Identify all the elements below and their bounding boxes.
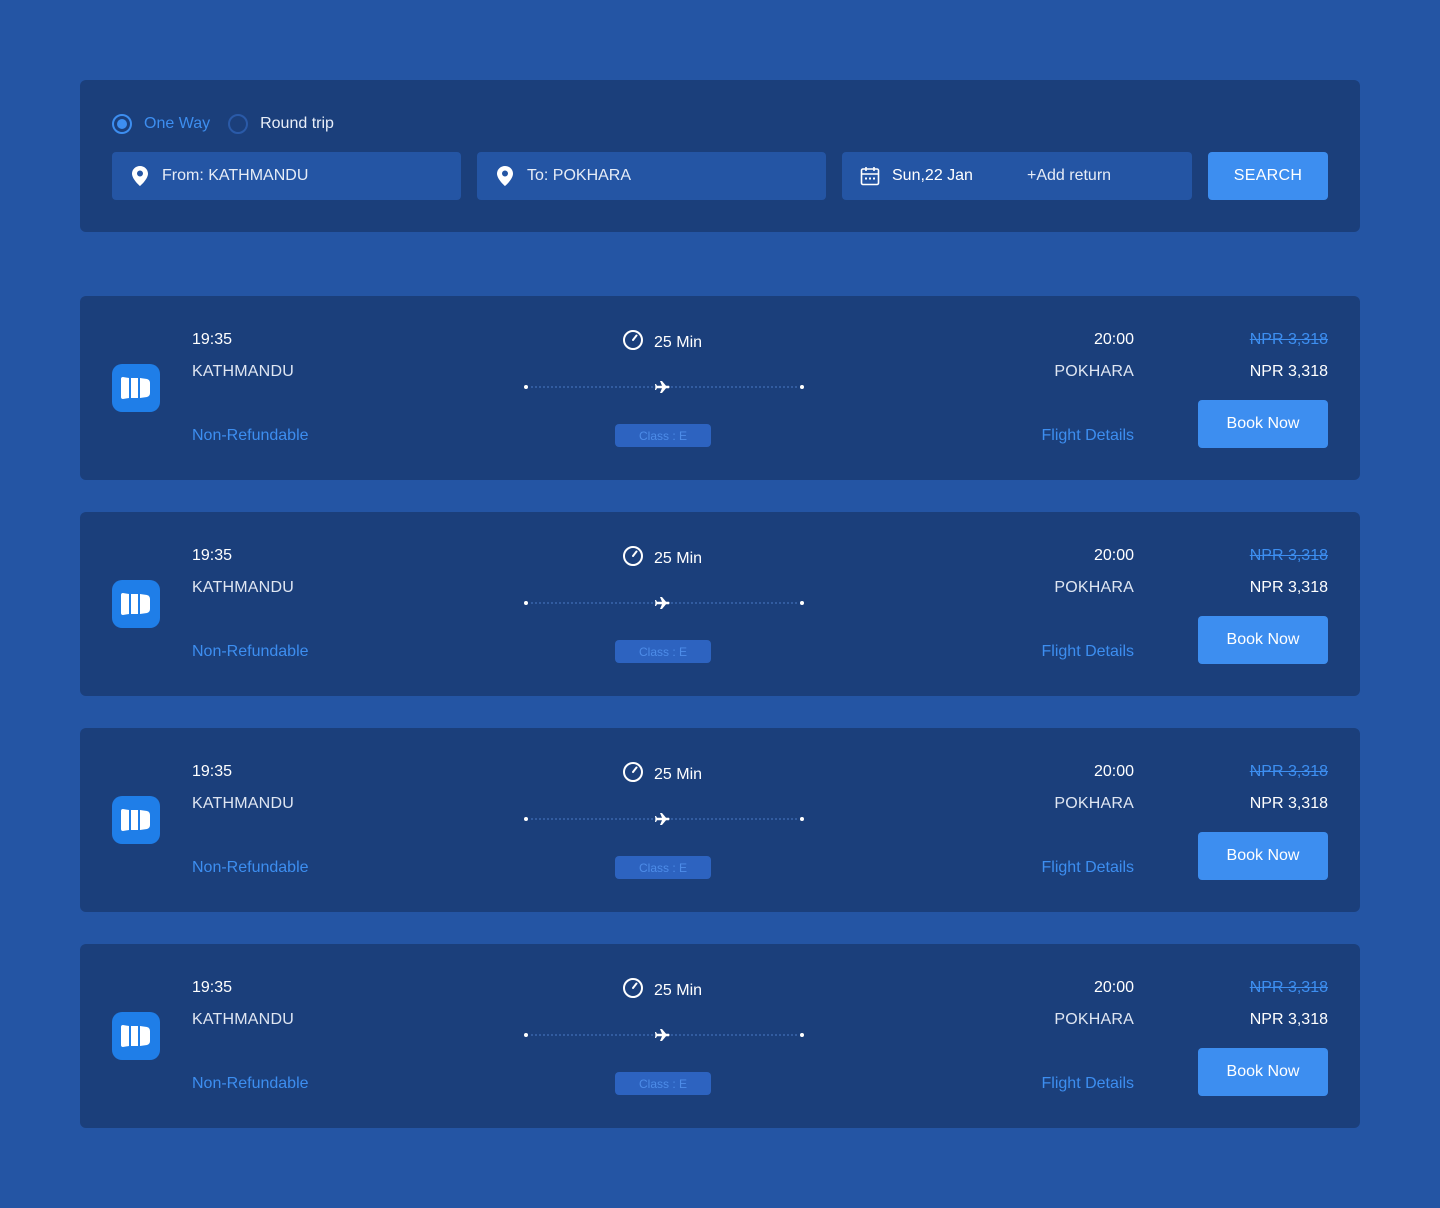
duration-text: 25 Min [654, 765, 703, 783]
from-field[interactable]: From: KATHMANDU [112, 152, 461, 200]
class-badge: Class : E [615, 424, 711, 447]
trip-type-selector: One Way Round trip [112, 114, 352, 134]
flight-duration: 25 Min [622, 329, 702, 356]
original-price: NPR 3,318 [1249, 763, 1328, 780]
arrival-time: 20:00 [1093, 547, 1134, 564]
airplane-icon [655, 1029, 670, 1041]
flight-route-line [524, 813, 804, 825]
from-value: From: KATHMANDU [162, 167, 309, 184]
departure-city: KATHMANDU [192, 579, 294, 596]
airline-logo [112, 796, 160, 844]
duration-text: 25 Min [654, 981, 703, 999]
flight-route-line [524, 381, 804, 393]
airline-logo [112, 1012, 160, 1060]
to-field[interactable]: To: POKHARA [477, 152, 826, 200]
airplane-icon [655, 381, 670, 393]
date-value: Sun,22 Jan [892, 167, 973, 184]
flight-details-link[interactable]: Flight Details [1042, 427, 1134, 445]
airline-logo [112, 580, 160, 628]
one-way-radio[interactable]: One Way [112, 114, 210, 134]
flight-card: 19:35 KATHMANDU Non-Refundable 25 Min Cl… [80, 944, 1360, 1128]
flight-card: 19:35 KATHMANDU Non-Refundable 25 Min Cl… [80, 512, 1360, 696]
flight-route-line [524, 597, 804, 609]
original-price: NPR 3,318 [1249, 331, 1328, 348]
departure-time: 19:35 [192, 547, 233, 564]
round-trip-radio[interactable]: Round trip [228, 114, 334, 134]
class-badge: Class : E [615, 856, 711, 879]
departure-time: 19:35 [192, 979, 233, 996]
flight-details-link[interactable]: Flight Details [1042, 859, 1134, 877]
refund-status: Non-Refundable [192, 643, 309, 660]
flight-details-link[interactable]: Flight Details [1042, 643, 1134, 661]
arrival-time: 20:00 [1093, 763, 1134, 780]
arrival-time: 20:00 [1093, 331, 1134, 348]
departure-city: KATHMANDU [192, 363, 294, 380]
search-panel: One Way Round trip From: KATHMANDU To: P… [80, 80, 1360, 232]
arrival-city: POKHARA [1054, 795, 1134, 812]
refund-status: Non-Refundable [192, 859, 309, 876]
current-price: NPR 3,318 [1249, 579, 1328, 596]
add-return-link[interactable]: +Add return [1027, 167, 1111, 185]
departure-time: 19:35 [192, 763, 233, 780]
book-now-button[interactable]: Book Now [1198, 832, 1328, 880]
flight-card: 19:35 KATHMANDU Non-Refundable 25 Min Cl… [80, 728, 1360, 912]
clock-icon [622, 977, 644, 1004]
clock-icon [622, 761, 644, 788]
book-now-button[interactable]: Book Now [1198, 400, 1328, 448]
duration-text: 25 Min [654, 549, 703, 567]
arrival-time: 20:00 [1093, 979, 1134, 996]
departure-city: KATHMANDU [192, 795, 294, 812]
refund-status: Non-Refundable [192, 427, 309, 444]
class-badge: Class : E [615, 1072, 711, 1095]
location-pin-icon [130, 166, 150, 186]
airplane-icon [655, 813, 670, 825]
location-pin-icon [495, 166, 515, 186]
clock-icon [622, 329, 644, 356]
flight-details-link[interactable]: Flight Details [1042, 1075, 1134, 1093]
departure-city: KATHMANDU [192, 1011, 294, 1028]
departure-time: 19:35 [192, 331, 233, 348]
round-trip-label: Round trip [260, 115, 334, 132]
airline-logo [112, 364, 160, 412]
arrival-city: POKHARA [1054, 363, 1134, 380]
arrival-city: POKHARA [1054, 579, 1134, 596]
current-price: NPR 3,318 [1249, 1011, 1328, 1028]
current-price: NPR 3,318 [1249, 363, 1328, 380]
duration-text: 25 Min [654, 333, 703, 351]
radio-unchecked-icon [228, 114, 249, 134]
original-price: NPR 3,318 [1249, 547, 1328, 564]
to-value: To: POKHARA [527, 167, 632, 184]
flight-card: 19:35 KATHMANDU Non-Refundable 25 Min Cl… [80, 296, 1360, 480]
class-badge: Class : E [615, 640, 711, 663]
flight-duration: 25 Min [622, 545, 702, 572]
refund-status: Non-Refundable [192, 1075, 309, 1092]
original-price: NPR 3,318 [1249, 979, 1328, 996]
airplane-icon [655, 597, 670, 609]
flight-duration: 25 Min [622, 761, 702, 788]
flight-duration: 25 Min [622, 977, 702, 1004]
flight-route-line [524, 1029, 804, 1041]
clock-icon [622, 545, 644, 572]
date-field[interactable]: Sun,22 Jan +Add return [842, 152, 1192, 200]
book-now-button[interactable]: Book Now [1198, 1048, 1328, 1096]
search-button[interactable]: SEARCH [1208, 152, 1328, 200]
one-way-label: One Way [144, 115, 211, 132]
current-price: NPR 3,318 [1249, 795, 1328, 812]
radio-checked-icon [112, 114, 132, 134]
arrival-city: POKHARA [1054, 1011, 1134, 1028]
calendar-icon [860, 166, 880, 186]
book-now-button[interactable]: Book Now [1198, 616, 1328, 664]
